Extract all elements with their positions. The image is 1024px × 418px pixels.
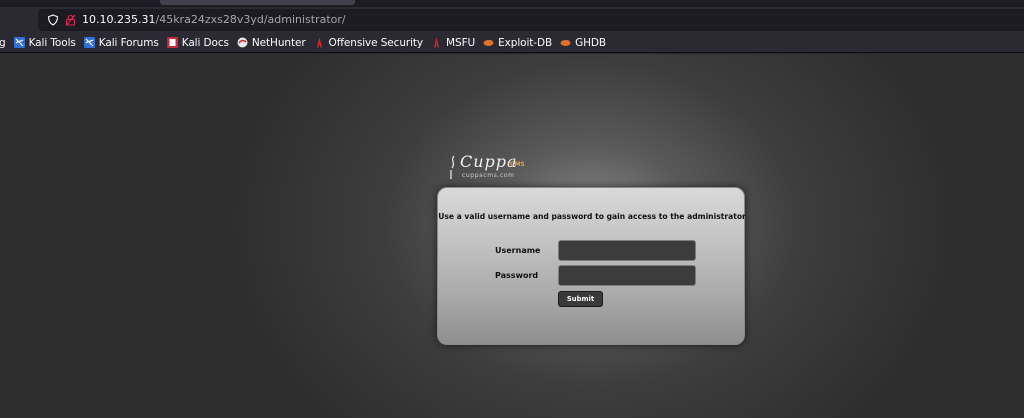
url-host: 10.10.235.31 (82, 13, 156, 26)
password-field[interactable] (558, 265, 696, 286)
bookmark-nethunter[interactable]: NetHunter (234, 34, 311, 52)
bookmark-kali-forums[interactable]: Kali Forums (81, 34, 164, 52)
bookmark-kali-docs[interactable]: Kali Docs (164, 34, 234, 52)
page-content: Cuppa CMS cuppacms.com Use a valid usern… (0, 54, 1024, 418)
address-bar[interactable]: 10.10.235.31/45kra24zxs28v3yd/administra… (38, 9, 1024, 31)
tab-strip (0, 0, 1024, 7)
login-panel: Use a valid username and password to gai… (437, 187, 746, 345)
kali-docs-icon (166, 37, 178, 48)
active-tab[interactable] (160, 0, 355, 5)
bookmark-label: Offensive Security (328, 36, 424, 49)
ghdb-icon (560, 40, 571, 46)
offsec-icon (316, 37, 322, 48)
exploitdb-icon (483, 40, 494, 46)
bookmark-offensive-security[interactable]: Offensive Security (311, 34, 429, 52)
bookmark-partial[interactable]: g (0, 34, 11, 52)
tracking-shield-icon[interactable] (47, 14, 59, 26)
bookmark-msfu[interactable]: MSFU (428, 34, 480, 52)
bookmark-label: GHDB (575, 36, 606, 49)
cuppa-cup-icon (450, 155, 455, 179)
bookmark-kali-tools[interactable]: Kali Tools (11, 34, 81, 52)
bookmark-label: g (0, 36, 6, 49)
url-path: /45kra24zxs28v3yd/administrator/ (155, 13, 346, 26)
submit-button[interactable]: Submit (558, 291, 603, 307)
bookmarks-toolbar: g Kali Tools Kali Forums Kali Docs NetHu… (0, 33, 1024, 53)
bookmark-label: Exploit-DB (498, 36, 553, 49)
logo-cms-badge: CMS (510, 161, 525, 168)
logo-site: cuppacms.com (462, 172, 515, 179)
nethunter-icon (237, 37, 248, 48)
kali-icon (83, 37, 95, 48)
password-label: Password (495, 271, 539, 280)
username-field[interactable] (558, 240, 696, 261)
navigation-toolbar: 10.10.235.31/45kra24zxs28v3yd/administra… (0, 7, 1024, 33)
bookmark-label: MSFU (446, 36, 476, 49)
msfu-icon (434, 37, 440, 48)
bookmark-label: NetHunter (251, 36, 306, 49)
bookmark-label: Kali Docs (181, 36, 229, 49)
cuppa-logo: Cuppa CMS cuppacms.com (448, 152, 528, 184)
bookmark-ghdb[interactable]: GHDB (557, 34, 611, 52)
login-message: Use a valid username and password to gai… (438, 212, 746, 221)
insecure-lock-icon[interactable] (65, 14, 76, 26)
kali-icon (13, 37, 25, 48)
url-text[interactable]: 10.10.235.31/45kra24zxs28v3yd/administra… (82, 13, 346, 27)
bookmark-label: Kali Tools (28, 36, 76, 49)
username-label: Username (495, 246, 541, 255)
bookmark-label: Kali Forums (98, 36, 159, 49)
logo-name: Cuppa (460, 152, 518, 171)
bookmark-exploit-db[interactable]: Exploit-DB (480, 34, 557, 52)
